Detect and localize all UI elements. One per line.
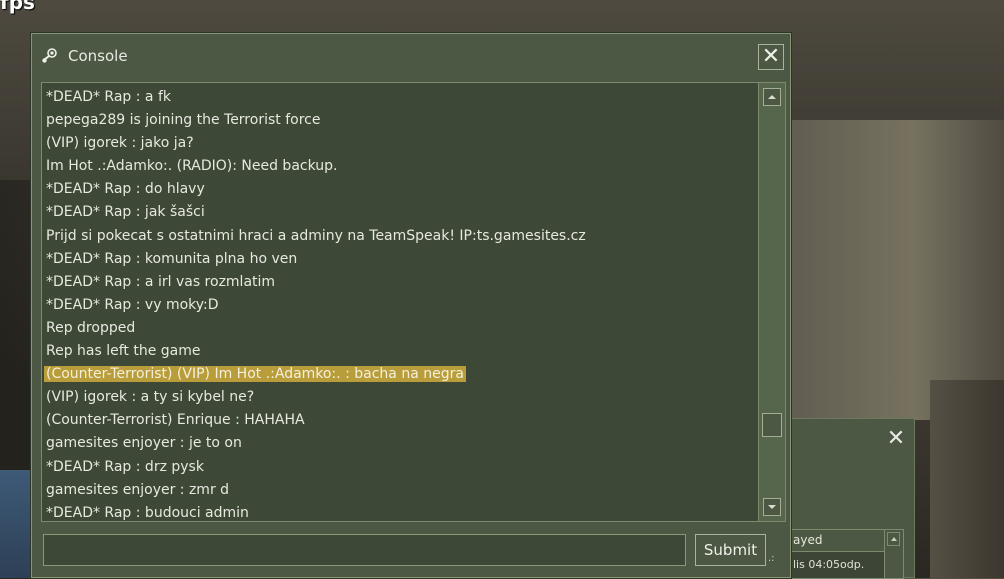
server-browser-close-button[interactable]: ✕: [886, 428, 906, 450]
console-log-lines: *DEAD* Rap : a fk pepega289 is joining th…: [44, 86, 758, 521]
log-line-text: (Counter-Terrorist) Enrique : HAHAHA: [46, 412, 305, 429]
server-browser-list[interactable]: ayed lis 04:05odp.: [788, 529, 904, 579]
log-line-text: *DEAD* Rap : budouci admin: [46, 504, 249, 521]
log-line-highlighted: (Counter-Terrorist) (VIP) Im Hot .:Adamk…: [44, 363, 758, 386]
log-line-text: gamesites enjoyer : zmr d: [46, 481, 230, 498]
log-line: Prijd si pokecat s ostatnimi hraci a adm…: [46, 225, 758, 248]
submit-button[interactable]: Submit: [695, 534, 766, 566]
log-line-text: (VIP) igorek : a ty si kybel ne?: [46, 389, 255, 406]
log-line-text: (Counter-Terrorist) (VIP) Im Hot .:Adamk…: [44, 366, 466, 383]
console-title: Console: [68, 47, 128, 65]
log-line-text: *DEAD* Rap : drz pysk: [46, 458, 204, 475]
scroll-down-button[interactable]: [763, 498, 781, 516]
log-line: (VIP) igorek : a ty si kybel ne?: [46, 386, 758, 409]
log-line: Rep dropped: [46, 317, 758, 340]
log-line: *DEAD* Rap : do hlavy: [46, 178, 758, 201]
log-line-text: *DEAD* Rap : jak šašci: [46, 204, 205, 221]
steam-icon: [42, 48, 57, 63]
log-line-text: (VIP) igorek : jako ja?: [46, 135, 194, 152]
log-line: gamesites enjoyer : je to on: [46, 432, 758, 455]
fps-label: fps: [0, 0, 35, 14]
log-line-text: Prijd si pokecat s ostatnimi hraci a adm…: [46, 227, 586, 244]
log-line-text: *DEAD* Rap : vy moky:D: [46, 296, 219, 313]
log-line-text: *DEAD* Rap : a irl vas rozmlatim: [46, 273, 276, 290]
log-line-text: *DEAD* Rap : do hlavy: [46, 181, 205, 198]
log-line: *DEAD* Rap : budouci admin: [46, 502, 758, 521]
log-line: *DEAD* Rap : komunita plna ho ven: [46, 248, 758, 271]
log-line: *DEAD* Rap : jak šašci: [46, 201, 758, 224]
console-scrollbar[interactable]: [758, 83, 785, 521]
close-button[interactable]: ✕: [758, 44, 784, 70]
log-line-text: *DEAD* Rap : komunita plna ho ven: [46, 250, 298, 267]
log-line: *DEAD* Rap : vy moky:D: [46, 294, 758, 317]
log-line-text: pepega289 is joining the Terrorist force: [46, 112, 321, 129]
log-line: Im Hot .:Adamko:. (RADIO): Need backup.: [46, 155, 758, 178]
game-background-pillar: [930, 380, 1004, 578]
log-line-text: Rep dropped: [46, 319, 136, 336]
scroll-up-button[interactable]: [887, 532, 900, 546]
server-browser-panel: ✕ ayed lis 04:05odp.: [775, 418, 915, 579]
list-cell[interactable]: lis 04:05odp.: [789, 554, 889, 576]
log-line: *DEAD* Rap : a irl vas rozmlatim: [46, 271, 758, 294]
log-line-text: Rep has left the game: [46, 343, 201, 360]
scroll-up-button[interactable]: [763, 88, 781, 106]
console-command-input[interactable]: [43, 534, 686, 566]
log-line-text: *DEAD* Rap : a fk: [46, 89, 172, 105]
list-scrollbar[interactable]: [884, 530, 903, 578]
console-window: Console ✕ *DEAD* Rap : a fk pepega289 is …: [31, 33, 791, 578]
game-background-wall: [780, 120, 1004, 420]
log-line: (VIP) igorek : jako ja?: [46, 132, 758, 155]
console-log[interactable]: *DEAD* Rap : a fk pepega289 is joining th…: [41, 82, 786, 522]
log-line: pepega289 is joining the Terrorist force: [46, 109, 758, 132]
console-title-bar[interactable]: Console ✕: [32, 34, 790, 80]
resize-grip-icon[interactable]: .:: [768, 554, 784, 570]
log-line: *DEAD* Rap : a fk: [46, 86, 758, 109]
scroll-thumb[interactable]: [762, 413, 782, 437]
log-line: gamesites enjoyer : zmr d: [46, 479, 758, 502]
log-line: *DEAD* Rap : drz pysk: [46, 456, 758, 479]
log-line-text: Im Hot .:Adamko:. (RADIO): Need backup.: [46, 158, 338, 175]
log-line: (Counter-Terrorist) Enrique : HAHAHA: [46, 409, 758, 432]
log-line: Rep has left the game: [46, 340, 758, 363]
log-line-text: gamesites enjoyer : je to on: [46, 435, 242, 452]
list-column-header[interactable]: ayed: [789, 530, 885, 552]
